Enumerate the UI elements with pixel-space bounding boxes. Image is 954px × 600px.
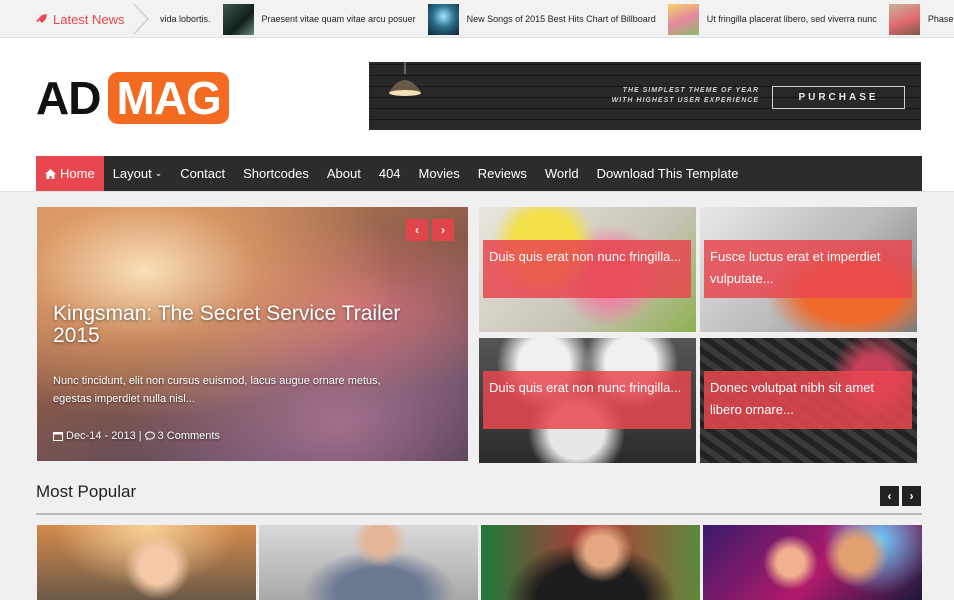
popular-post-card[interactable]: [481, 525, 700, 600]
ticker-item-text: Praesent vitae quam vitae arcu posuer: [261, 14, 416, 24]
featured-slider[interactable]: ‹ › Kingsman: The Secret Service Trailer…: [37, 207, 468, 461]
ticker-item-text: New Songs of 2015 Best Hits Chart of Bil…: [466, 14, 656, 24]
grid-post[interactable]: Fusce luctus erat et imperdiet vulputate…: [700, 207, 917, 332]
meta-separator: |: [138, 430, 142, 442]
nav-item-label: Contact: [180, 166, 226, 181]
ticker-item-text: vida lobortis.: [160, 14, 211, 24]
ticker-item[interactable]: Ut fringilla placerat libero, sed viverr…: [667, 3, 877, 35]
most-popular-arrows: ‹ ›: [880, 486, 921, 506]
main-nav: Home Layout ⌄ Contact Shortcodes About 4…: [36, 156, 922, 191]
grid-post-caption: Fusce luctus erat et imperdiet vulputate…: [704, 240, 912, 298]
nav-wrapper: Home Layout ⌄ Contact Shortcodes About 4…: [0, 156, 954, 192]
nav-item-shortcodes[interactable]: Shortcodes: [234, 156, 318, 191]
slider-arrows: ‹ ›: [406, 219, 454, 241]
slider-prev-button[interactable]: ‹: [406, 219, 428, 241]
popular-post-card[interactable]: [703, 525, 922, 600]
carousel-prev-button[interactable]: ‹: [880, 486, 899, 506]
site-logo[interactable]: AD MAG: [36, 72, 229, 124]
grid-post[interactable]: Duis quis erat non nunc fringilla...: [479, 207, 696, 332]
nav-item-label: World: [544, 166, 579, 181]
grid-post-caption: Duis quis erat non nunc fringilla...: [483, 371, 691, 429]
ticker-item[interactable]: Phasellus eleif: [888, 3, 954, 35]
banner-tagline-line1: THE SIMPLEST THEME OF YEAR: [622, 87, 759, 94]
nav-item-world[interactable]: World: [536, 156, 588, 191]
ticker-thumbnail: [222, 3, 254, 35]
nav-item-label: Movies: [418, 166, 460, 181]
post-comments[interactable]: 3 Comments: [158, 430, 220, 442]
header-ad-banner[interactable]: THE SIMPLEST THEME OF YEAR WITH HIGHEST …: [369, 62, 921, 130]
most-popular-heading: Most Popular: [36, 482, 137, 501]
nav-item-label: Home: [60, 166, 95, 181]
popular-post-card[interactable]: [37, 525, 256, 600]
grid-post-caption: Donec volutpat nibh sit amet libero orna…: [704, 371, 912, 429]
featured-title[interactable]: Kingsman: The Secret Service Trailer 201…: [53, 303, 413, 347]
nav-item-home[interactable]: Home: [36, 156, 104, 191]
nav-item-label: About: [326, 166, 361, 181]
section-divider: [36, 513, 922, 515]
logo-text-ad: AD: [36, 72, 101, 124]
nav-item-404[interactable]: 404: [370, 156, 410, 191]
ticker-items: vida lobortis. Praesent vitae quam vitae…: [160, 0, 954, 37]
rocket-icon: [36, 14, 47, 23]
grid-post[interactable]: Donec volutpat nibh sit amet libero orna…: [700, 338, 917, 463]
banner-tagline-line2: WITH HIGHEST USER EXPERIENCE: [611, 97, 759, 104]
news-ticker: Latest News vida lobortis. Praesent vita…: [0, 0, 954, 38]
logo-text-mag: MAG: [108, 72, 229, 124]
featured-meta: Dec-14 - 2013 | 3 Comments: [53, 430, 220, 442]
featured-excerpt: Nunc tincidunt, elit non cursus euismod,…: [53, 375, 381, 405]
chevron-right-icon: [133, 3, 150, 35]
banner-tagline: THE SIMPLEST THEME OF YEAR WITH HIGHEST …: [589, 86, 759, 106]
nav-item-label: Reviews: [477, 166, 527, 181]
grid-post-caption: Duis quis erat non nunc fringilla...: [483, 240, 691, 298]
ticker-label-text: Latest News: [53, 11, 125, 27]
nav-item-label: Shortcodes: [243, 166, 309, 181]
purchase-button[interactable]: PURCHASE: [772, 86, 905, 109]
ticker-thumbnail: [427, 3, 459, 35]
chevron-down-icon: ⌄: [154, 168, 163, 178]
slider-next-button[interactable]: ›: [432, 219, 454, 241]
popular-post-card[interactable]: [259, 525, 478, 600]
post-date: Dec-14 - 2013: [66, 430, 136, 442]
ticker-item-text: Ut fringilla placerat libero, sed viverr…: [706, 14, 877, 24]
comments-icon: [144, 431, 155, 441]
nav-item-label: 404: [378, 166, 401, 181]
ticker-item[interactable]: New Songs of 2015 Best Hits Chart of Bil…: [427, 3, 656, 35]
ticker-item[interactable]: vida lobortis.: [160, 14, 211, 24]
ticker-item-text: Phasellus eleif: [927, 14, 954, 24]
home-icon: [45, 168, 56, 179]
grid-post[interactable]: Duis quis erat non nunc fringilla...: [479, 338, 696, 463]
ticker-thumbnail: [667, 3, 699, 35]
calendar-icon: [53, 432, 63, 441]
ticker-item[interactable]: Praesent vitae quam vitae arcu posuer: [222, 3, 416, 35]
ticker-thumbnail: [888, 3, 920, 35]
nav-item-reviews[interactable]: Reviews: [469, 156, 536, 191]
nav-item-download-template[interactable]: Download This Template: [588, 156, 748, 191]
nav-item-layout[interactable]: Layout ⌄: [104, 156, 172, 191]
lamp-icon: [389, 62, 421, 96]
nav-item-label: Layout: [112, 166, 152, 181]
nav-item-label: Download This Template: [596, 166, 739, 181]
site-header: AD MAG THE SIMPLEST THEME OF YEAR WITH H…: [0, 38, 954, 156]
nav-item-movies[interactable]: Movies: [410, 156, 469, 191]
carousel-next-button[interactable]: ›: [902, 486, 921, 506]
nav-item-contact[interactable]: Contact: [171, 156, 234, 191]
nav-item-about[interactable]: About: [318, 156, 370, 191]
